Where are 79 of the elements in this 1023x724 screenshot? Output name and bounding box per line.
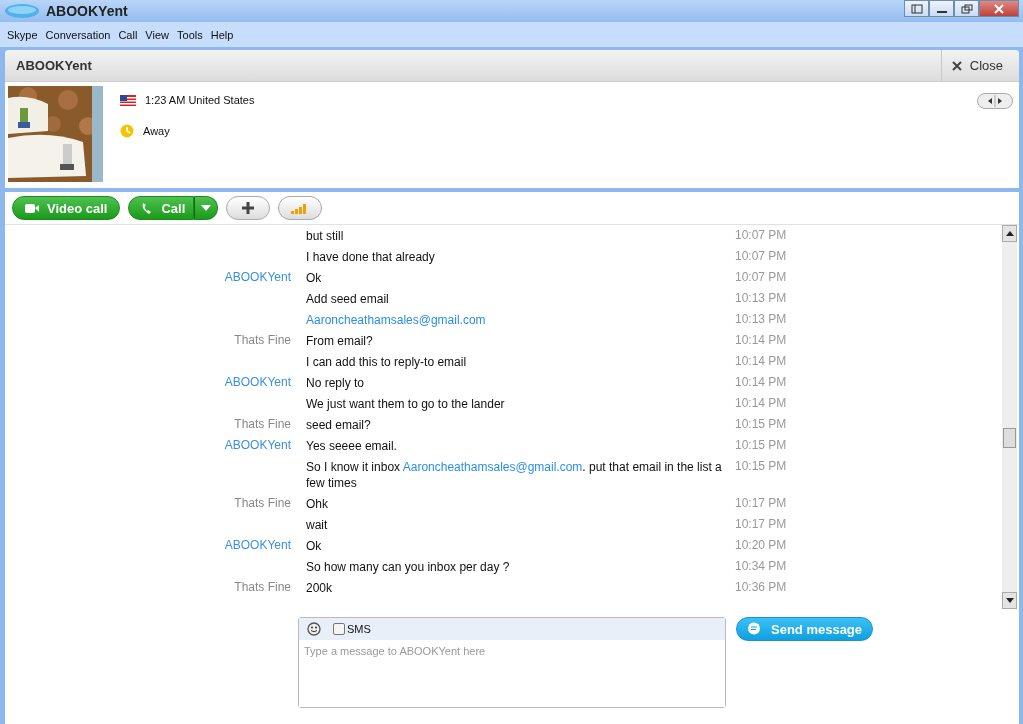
sender-name: ABOOKYent (224, 538, 291, 552)
speech-bubble-icon (747, 622, 761, 636)
panel-icon (910, 3, 923, 14)
sender-name: ABOOKYent (224, 438, 291, 452)
message-time: 10:07 PM (735, 270, 787, 284)
menu-item[interactable]: Conversation (41, 28, 115, 41)
message-text: seed email? (306, 417, 372, 434)
add-button[interactable] (226, 196, 271, 220)
message-time: 10:07 PM (735, 228, 787, 242)
message-text: I can add this to reply-to email (306, 354, 468, 371)
sender-name: Thats Fine (234, 496, 291, 510)
sender-name: ABOOKYent (224, 270, 291, 284)
message-input-field[interactable]: SMS Type a message to ABOOKYent here (298, 617, 726, 708)
email-link[interactable]: Aaroncheathamsales@gmail.com (306, 313, 486, 327)
message-time: 10:13 PM (735, 291, 787, 305)
restore-button[interactable] (954, 0, 979, 17)
message-text: We just want them to go to the lander (306, 396, 506, 413)
message-text: So how many can you inbox per day ? (306, 559, 511, 576)
message-time: 10:34 PM (735, 559, 787, 573)
message-time: 10:20 PM (735, 538, 787, 552)
scroll-down-icon[interactable] (1005, 598, 1014, 603)
message-time: 10:17 PM (735, 496, 787, 510)
message-text: From email? (306, 333, 374, 350)
sms-label: SMS (347, 623, 371, 635)
sender-name: ABOOKYent (224, 375, 291, 389)
window-title: ABOOKYent (46, 3, 128, 19)
minimize-icon (936, 10, 947, 13)
message-text: Yes seeee email. (306, 438, 398, 455)
menu-item[interactable]: Tools (173, 28, 207, 41)
flag-icon (120, 94, 136, 106)
menu-item[interactable]: Skype (3, 28, 42, 41)
away-status-icon (120, 124, 134, 138)
phone-icon (141, 201, 154, 215)
close-icon (951, 60, 962, 71)
close-button[interactable] (979, 0, 1019, 17)
sender-name: Thats Fine (234, 417, 291, 431)
plus-icon (241, 201, 256, 215)
message-time: 10:13 PM (735, 312, 787, 326)
message-time: 10:36 PM (735, 580, 787, 594)
close-conversation-button[interactable]: Close (940, 50, 1019, 81)
message-text: Add seed email (306, 291, 390, 308)
minimize-button[interactable] (929, 0, 954, 17)
caret-icon (201, 205, 212, 211)
scrollbar[interactable] (1002, 225, 1017, 609)
message-time: 10:14 PM (735, 396, 787, 410)
message-text: No reply to (306, 375, 366, 392)
message-text: Ok (306, 538, 323, 555)
message-time: 10:14 PM (735, 354, 787, 368)
message-time: 10:15 PM (735, 438, 787, 452)
scroll-thumb[interactable] (1003, 428, 1016, 448)
message-text: but still (306, 228, 345, 245)
pager-control[interactable] (977, 93, 1013, 109)
message-text: Ok (306, 270, 323, 287)
close-icon (993, 3, 1005, 14)
video-camera-icon (25, 202, 39, 214)
message-time: 10:15 PM (735, 459, 787, 473)
message-time: 10:14 PM (735, 333, 787, 347)
sms-checkbox[interactable] (333, 623, 345, 635)
contact-name: ABOOKYent (16, 58, 92, 73)
scroll-up-icon[interactable] (1005, 231, 1014, 236)
message-time: 10:17 PM (735, 517, 787, 531)
emoticon-icon[interactable] (307, 622, 321, 636)
message-text: So I know it inbox Aaroncheathamsales@gmail.com. put that email in the list a few times (306, 459, 723, 492)
local-time: 1:23 AM United States (145, 94, 255, 106)
message-time: 10:14 PM (735, 375, 787, 389)
message-text: 200k (306, 580, 334, 597)
status-text: Away (143, 125, 170, 137)
call-dropdown-button[interactable] (194, 196, 219, 220)
menu-item[interactable]: View (141, 28, 173, 41)
sender-name: Thats Fine (234, 333, 291, 347)
sender-name: Thats Fine (234, 580, 291, 594)
message-text: wait (306, 517, 329, 534)
menu-item[interactable]: Call (114, 28, 142, 41)
message-time: 10:07 PM (735, 249, 787, 263)
message-text: I have done that already (306, 249, 436, 266)
menu-item[interactable]: Help (206, 28, 238, 41)
restore-icon (960, 3, 973, 14)
message-text: Ohk (306, 496, 329, 513)
message-time: 10:15 PM (735, 417, 787, 431)
